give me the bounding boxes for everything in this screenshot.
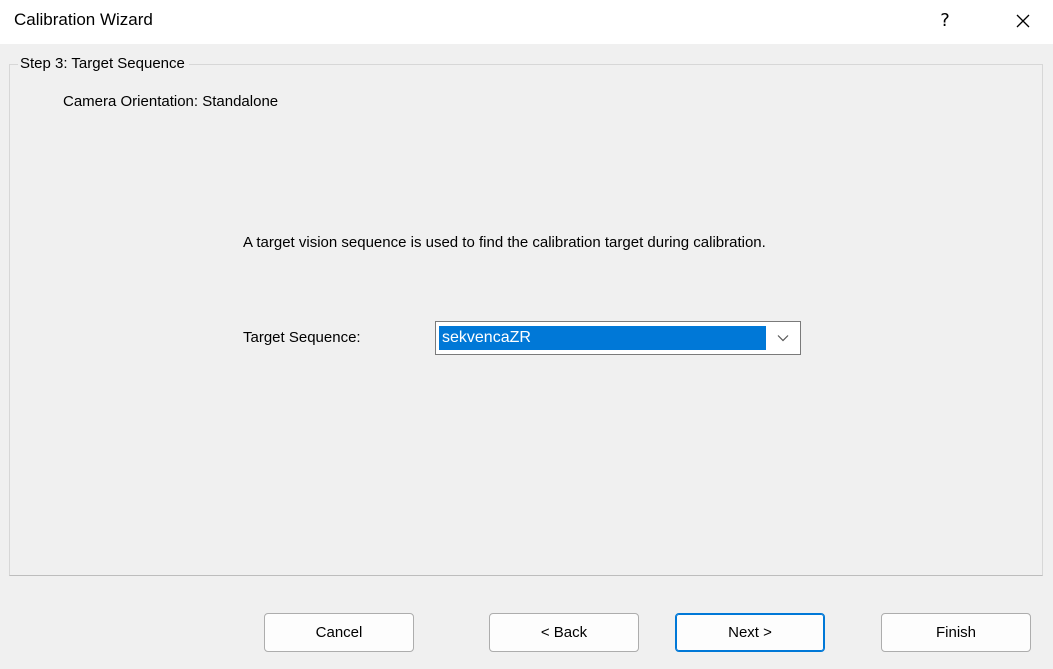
step-title: Step 3: Target Sequence: [18, 55, 189, 72]
camera-orientation-label: Camera Orientation: Standalone: [63, 93, 279, 110]
back-button[interactable]: < Back: [489, 613, 639, 652]
cancel-button[interactable]: Cancel: [264, 613, 414, 652]
help-button[interactable]: ?: [930, 6, 960, 36]
window-title: Calibration Wizard: [14, 10, 153, 29]
finish-button[interactable]: Finish: [881, 613, 1031, 652]
next-button[interactable]: Next >: [675, 613, 825, 652]
step-group-box: [9, 64, 1043, 576]
target-sequence-value: sekvencaZR: [439, 326, 766, 350]
target-sequence-dropdown[interactable]: sekvencaZR: [435, 321, 801, 355]
close-button[interactable]: [1006, 6, 1040, 36]
description-text: A target vision sequence is used to find…: [243, 234, 766, 251]
chevron-down-icon: [777, 335, 789, 342]
title-bar: Calibration Wizard ?: [0, 0, 1053, 44]
target-sequence-label: Target Sequence:: [243, 329, 361, 346]
close-icon: [1016, 14, 1030, 28]
dropdown-arrow[interactable]: [770, 326, 796, 350]
